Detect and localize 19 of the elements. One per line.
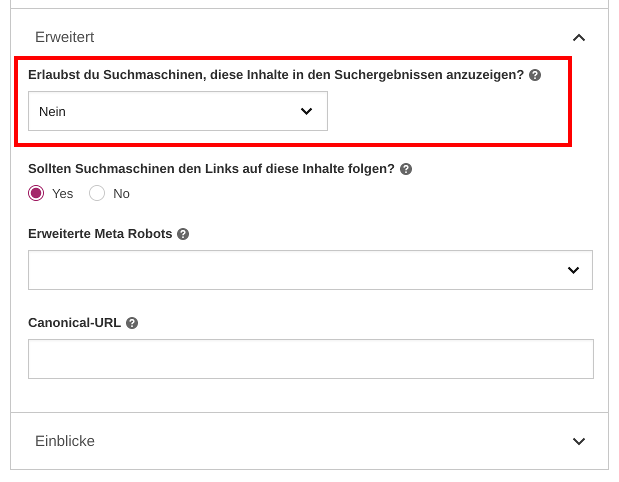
help-icon[interactable] <box>529 68 542 80</box>
chevron-icon <box>572 32 586 42</box>
field-label: Erlaubst du Suchmaschinen, diese Inhalte in den Suchergebnissen anzuzeigen? <box>28 67 524 82</box>
help-icon[interactable] <box>400 162 412 174</box>
dropdown[interactable]: Nein <box>28 91 328 131</box>
chevron-icon <box>567 266 580 274</box>
radio-button[interactable] <box>28 185 44 201</box>
help-icon[interactable] <box>177 228 190 240</box>
section-header[interactable]: Erweitert <box>11 9 608 65</box>
radio-label: Yes <box>52 186 74 200</box>
field-label: Sollten Suchmaschinen den Links auf diese Inhalte folgen? <box>28 161 395 176</box>
radio-label: No <box>113 186 130 200</box>
field-label: Erweiterte Meta Robots <box>28 226 172 241</box>
chevron-icon <box>300 106 313 116</box>
help-icon[interactable] <box>126 316 138 328</box>
url-field[interactable] <box>28 339 594 379</box>
section-header[interactable]: Einblicke <box>11 413 608 469</box>
chevron-icon <box>572 436 586 446</box>
field-label: Canonical-URL <box>28 315 122 330</box>
